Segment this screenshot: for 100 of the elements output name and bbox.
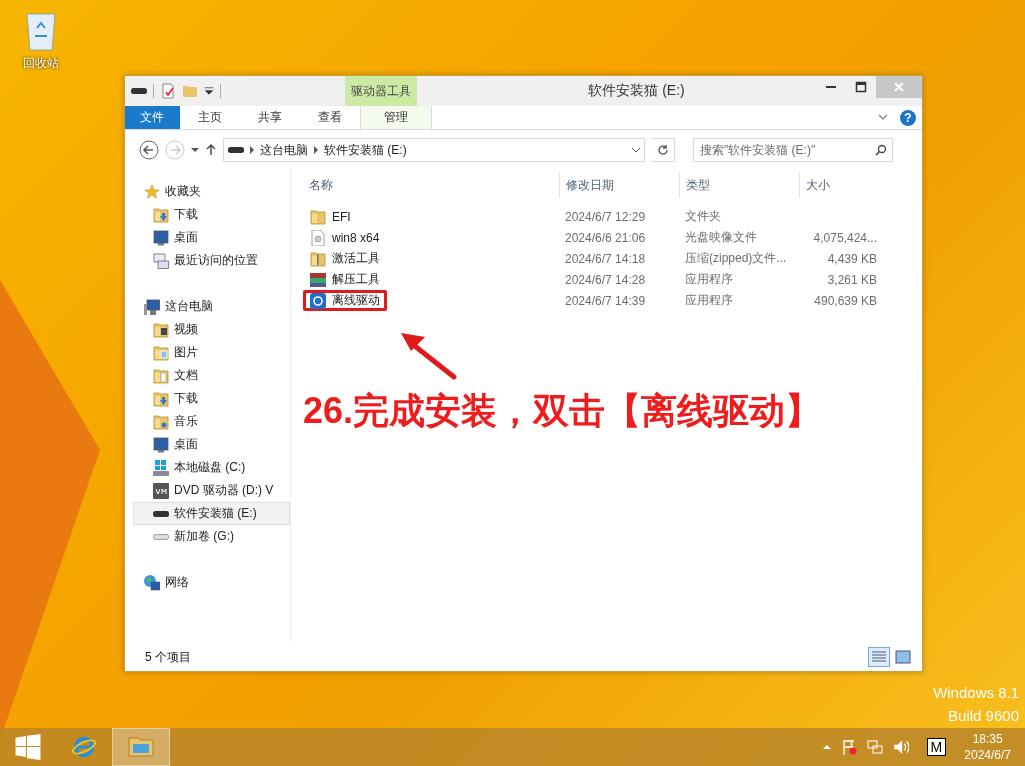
size-cell-text: 490,639 KB bbox=[813, 293, 878, 308]
zip-icon bbox=[310, 250, 326, 267]
minimize-icon bbox=[826, 86, 836, 88]
folder-video-icon bbox=[153, 321, 169, 338]
drive-icon bbox=[153, 510, 169, 517]
refresh-icon bbox=[656, 144, 669, 156]
recent-icon bbox=[153, 252, 169, 269]
breadcrumb-arrow-icon[interactable] bbox=[314, 146, 318, 154]
sidebar-item[interactable]: 最近访问的位置 bbox=[133, 249, 290, 272]
ribbon-tab[interactable]: 查看 bbox=[300, 106, 360, 129]
breadcrumb-arrow-icon[interactable] bbox=[250, 146, 254, 154]
windows-logo-icon bbox=[15, 734, 41, 760]
sidebar-item[interactable]: 网络 bbox=[133, 571, 290, 594]
column-header[interactable]: 类型 bbox=[679, 172, 799, 198]
up-arrow-icon[interactable] bbox=[205, 144, 217, 156]
dvd-icon bbox=[153, 482, 169, 499]
dropdown-icon[interactable] bbox=[632, 147, 640, 153]
desktop-icon bbox=[153, 436, 169, 453]
properties-icon[interactable] bbox=[160, 83, 176, 99]
flag-icon[interactable] bbox=[840, 739, 857, 755]
type-cell-text: 应用程序 bbox=[684, 292, 734, 309]
maximize-icon bbox=[855, 81, 867, 93]
os-version-label: Windows 8.1 bbox=[933, 684, 1019, 701]
type-cell-text: 压缩(zipped)文件... bbox=[684, 250, 788, 267]
chevron-icon[interactable] bbox=[876, 113, 890, 122]
file-name[interactable]: win8 x64 bbox=[303, 227, 387, 248]
sidebar-item[interactable]: 这台电脑 bbox=[133, 295, 290, 318]
window-title: 软件安装猫 (E:) bbox=[587, 81, 686, 100]
folder-icon bbox=[310, 208, 326, 225]
file-name[interactable]: 解压工具 bbox=[303, 269, 387, 290]
sidebar-item[interactable]: 桌面 bbox=[133, 433, 290, 456]
sidebar-item[interactable]: 图片 bbox=[133, 341, 290, 364]
annotation-text: 26.完成安装，双击【离线驱动】 bbox=[303, 389, 822, 433]
size-cell-text: 4,439 KB bbox=[826, 251, 878, 266]
volume-icon[interactable] bbox=[892, 739, 909, 755]
sidebar-item[interactable]: 新加卷 (G:) bbox=[133, 525, 290, 548]
help-button[interactable]: ? bbox=[900, 109, 916, 126]
search-icon[interactable] bbox=[875, 144, 887, 156]
network-icon[interactable] bbox=[866, 739, 883, 755]
contextual-tab-group: 驱动器工具 bbox=[345, 76, 417, 106]
folder-download-icon bbox=[153, 390, 169, 407]
breadcrumb[interactable]: 这台电脑 bbox=[260, 141, 308, 159]
folder-download-icon bbox=[153, 206, 169, 223]
sidebar-item[interactable]: 软件安装猫 (E:) bbox=[133, 502, 290, 525]
size-cell-text: 3,261 KB bbox=[826, 272, 878, 287]
sidebar-item[interactable]: 文档 bbox=[133, 364, 290, 387]
size-cell-text: 4,075,424... bbox=[812, 230, 878, 245]
file-menu-button[interactable]: 文件 bbox=[125, 106, 180, 129]
dropdown-icon[interactable] bbox=[204, 87, 214, 95]
drive-windows-icon bbox=[153, 459, 169, 476]
sidebar-item[interactable]: DVD 驱动器 (D:) V bbox=[133, 479, 290, 502]
star-icon bbox=[144, 183, 160, 200]
sidebar-item[interactable]: 下载 bbox=[133, 387, 290, 410]
network-icon bbox=[144, 574, 160, 591]
file-name[interactable]: 激活工具 bbox=[303, 248, 387, 269]
sidebar-item[interactable]: 视频 bbox=[133, 318, 290, 341]
input-method-indicator[interactable]: M bbox=[926, 738, 947, 756]
file-name[interactable]: EFI bbox=[303, 206, 358, 227]
folder-doc-icon bbox=[153, 367, 169, 384]
breadcrumb[interactable]: 软件安装猫 (E:) bbox=[324, 141, 407, 159]
large-icons-view-icon bbox=[895, 650, 911, 664]
type-cell-text: 应用程序 bbox=[684, 271, 734, 288]
date-cell-text: 2024/6/7 12:29 bbox=[564, 209, 647, 224]
ribbon-tab[interactable]: 主页 bbox=[180, 106, 240, 129]
column-header[interactable]: 大小 bbox=[799, 172, 879, 198]
sidebar-item[interactable]: 下载 bbox=[133, 203, 290, 226]
date-cell-text: 2024/6/6 21:06 bbox=[564, 230, 647, 245]
back-button[interactable] bbox=[139, 140, 159, 160]
folder-music-icon bbox=[153, 413, 169, 430]
type-cell-text: 光盘映像文件 bbox=[684, 229, 758, 246]
date-cell-text: 2024/6/7 14:18 bbox=[564, 251, 647, 266]
build-label: Build 9600 bbox=[948, 707, 1019, 724]
close-icon bbox=[893, 81, 905, 93]
details-view-icon bbox=[871, 650, 887, 664]
details-view-button[interactable] bbox=[868, 647, 890, 667]
sidebar-item[interactable]: 本地磁盘 (C:) bbox=[133, 456, 290, 479]
app-icon bbox=[310, 292, 326, 309]
column-header[interactable]: 名称 bbox=[303, 172, 559, 198]
sidebar-item[interactable]: 桌面 bbox=[133, 226, 290, 249]
column-header[interactable]: 修改日期 bbox=[559, 172, 679, 198]
sidebar-item[interactable]: 收藏夹 bbox=[133, 180, 290, 203]
file-name[interactable]: 离线驱动 bbox=[303, 290, 387, 311]
date-cell-text: 2024/6/7 14:39 bbox=[564, 293, 647, 308]
large-icons-view-button[interactable] bbox=[892, 647, 914, 667]
folder-icon bbox=[128, 734, 154, 760]
item-count: 5 个项目 bbox=[145, 648, 191, 666]
drive-icon bbox=[228, 147, 244, 153]
drive-light-icon bbox=[153, 533, 169, 540]
ribbon-tab[interactable]: 共享 bbox=[240, 106, 300, 129]
refresh-button[interactable] bbox=[651, 138, 675, 162]
sidebar-item[interactable]: 音乐 bbox=[133, 410, 290, 433]
address-bar[interactable]: 这台电脑 软件安装猫 (E:) bbox=[223, 138, 645, 162]
folder-picture-icon bbox=[153, 344, 169, 361]
date-cell-text: 2024/6/7 14:28 bbox=[564, 272, 647, 287]
caret-icon[interactable] bbox=[191, 148, 199, 152]
search-field[interactable]: 搜索"软件安装猫 (E:)" bbox=[693, 138, 893, 162]
show-hidden-icons-icon[interactable] bbox=[822, 745, 831, 749]
globe-icon bbox=[71, 734, 97, 760]
computer-icon bbox=[144, 298, 160, 315]
type-cell-text: 文件夹 bbox=[684, 208, 722, 225]
